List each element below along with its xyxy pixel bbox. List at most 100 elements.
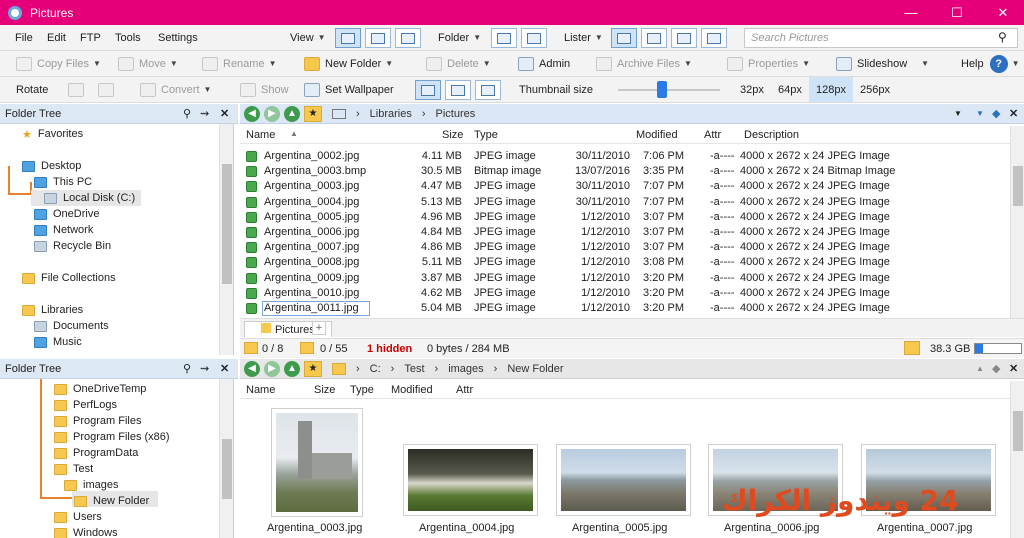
pane-menu-icon[interactable]: ▲ (976, 364, 984, 373)
tree-item-music[interactable]: Music (34, 334, 82, 350)
tree-item-onedrive[interactable]: OneDrive (34, 206, 99, 222)
scrollbar-thumb[interactable] (222, 164, 232, 284)
col-attr[interactable]: Attr (704, 129, 721, 141)
tree-item-file-collections[interactable]: File Collections (22, 270, 116, 286)
new-tab-button[interactable]: + (312, 321, 326, 335)
breadcrumb-new-folder[interactable]: New Folder (507, 363, 563, 375)
scrollbar-thumb[interactable] (1013, 166, 1023, 206)
set-wallpaper-button[interactable]: Set Wallpaper (304, 77, 394, 102)
tree-item-desktop[interactable]: Desktop (22, 158, 81, 174)
tree-item-this-pc[interactable]: This PC (34, 174, 92, 190)
move-button[interactable]: Move ▼ (118, 51, 178, 76)
col-name[interactable]: Name (246, 384, 275, 396)
search-icon[interactable]: ⚲ (183, 107, 191, 120)
menu-edit[interactable]: Edit (47, 25, 66, 50)
breadcrumb-images[interactable]: images (448, 363, 483, 375)
swap-icon[interactable]: ◆ (992, 107, 1000, 120)
swap-icon[interactable]: ◆ (992, 362, 1000, 375)
search-icon[interactable]: ⚲ (998, 30, 1007, 44)
tree-item-onedrivetemp[interactable]: OneDriveTemp (54, 381, 146, 397)
col-attr[interactable]: Attr (456, 384, 473, 396)
tree-item-program-files[interactable]: Program Files (54, 413, 141, 429)
search-input[interactable]: Search Pictures (744, 28, 1018, 48)
admin-button[interactable]: Admin (518, 51, 570, 76)
thumbnail-argentina-0003[interactable] (271, 408, 363, 517)
tree-item-users[interactable]: Users (54, 509, 102, 525)
folder-layout-button-2[interactable] (521, 28, 547, 48)
lister-viewer-button[interactable] (701, 28, 727, 48)
breadcrumb-test[interactable]: Test (404, 363, 424, 375)
col-name[interactable]: Name (246, 129, 275, 141)
view-power-button[interactable] (365, 28, 391, 48)
tree-item-windows[interactable]: Windows (54, 525, 118, 538)
scrollbar-thumb[interactable] (1013, 411, 1023, 451)
tree-item-programdata[interactable]: ProgramData (54, 445, 138, 461)
view-menu-button[interactable]: View ▼ (290, 25, 326, 50)
help-button[interactable]: Help? ▼ (961, 51, 1020, 76)
search-icon[interactable]: ⚲ (183, 362, 191, 375)
thumb-mode-button-3[interactable] (475, 80, 501, 100)
breadcrumb-pictures[interactable]: Pictures (436, 108, 476, 120)
copy-files-button[interactable]: Copy Files ▼ (16, 51, 101, 76)
size-128px[interactable]: 128px (809, 77, 853, 102)
col-size[interactable]: Size (442, 129, 463, 141)
forward-icon[interactable]: ▶ (264, 105, 280, 122)
tree-scrollbar[interactable] (219, 124, 233, 355)
slideshow-button[interactable]: Slideshow ▼ (836, 51, 929, 76)
lister-tree-button[interactable] (671, 28, 697, 48)
lister-dual-vertical-button[interactable] (641, 28, 667, 48)
size-256px[interactable]: 256px (860, 77, 890, 102)
table-row[interactable]: Argentina_0004.jpg 5.13 MB JPEG image 30/11… (240, 195, 1010, 210)
size-32px[interactable]: 32px (740, 77, 764, 102)
lister-single-button[interactable] (611, 28, 637, 48)
tree-item-perflogs[interactable]: PerfLogs (54, 397, 117, 413)
up-icon[interactable]: ▲ (284, 105, 300, 122)
convert-button[interactable]: Convert ▼ (140, 77, 211, 102)
lister-menu-button[interactable]: Lister ▼ (564, 25, 603, 50)
rotate-left-button[interactable] (68, 77, 89, 102)
thumb-scrollbar[interactable] (1010, 381, 1024, 538)
tree-item-local-disk[interactable]: Local Disk (C:) (44, 190, 135, 206)
tree-item-documents[interactable]: Documents (34, 318, 109, 334)
minimize-button[interactable]: — (888, 0, 934, 25)
table-row[interactable]: Argentina_0011.jpg 5.04 MB JPEG image 1/12/… (240, 301, 1010, 316)
breadcrumb-libraries[interactable]: Libraries (370, 108, 412, 120)
close-icon[interactable]: ✕ (1009, 107, 1018, 120)
folder-layout-button-1[interactable] (491, 28, 517, 48)
tree-item-recycle-bin[interactable]: Recycle Bin (34, 238, 111, 254)
new-folder-button[interactable]: New Folder ▼ (304, 51, 393, 76)
menu-file[interactable]: File (15, 25, 33, 50)
delete-button[interactable]: Delete ▼ (426, 51, 491, 76)
menu-tools[interactable]: Tools (115, 25, 141, 50)
rename-button[interactable]: Rename ▼ (202, 51, 277, 76)
tree-item-new-folder[interactable]: New Folder (74, 493, 149, 509)
table-row[interactable]: Argentina_0010.jpg 4.62 MB JPEG image 1/12/… (240, 286, 1010, 301)
scrollbar-thumb[interactable] (222, 439, 232, 499)
table-row[interactable]: Argentina_0003.jpg 4.47 MB JPEG image 30/11… (240, 179, 1010, 194)
status-hidden[interactable]: 1 hidden (367, 343, 412, 355)
pin-icon[interactable]: ⇝ (200, 362, 209, 375)
show-button[interactable]: Show (240, 77, 289, 102)
col-type[interactable]: Type (350, 384, 374, 396)
folder-menu-button[interactable]: Folder ▼ (438, 25, 481, 50)
thumb-mode-button-1[interactable] (415, 80, 441, 100)
rotate-right-button[interactable] (98, 77, 119, 102)
thumb-mode-button-2[interactable] (445, 80, 471, 100)
back-icon[interactable]: ◀ (244, 360, 260, 377)
favorites-star-icon[interactable]: ★ (304, 105, 322, 122)
back-icon[interactable]: ◀ (244, 105, 260, 122)
tree-item-libraries[interactable]: Libraries (22, 302, 83, 318)
tree-item-images[interactable]: images (64, 477, 118, 493)
menu-ftp[interactable]: FTP (80, 25, 101, 50)
favorites-star-icon[interactable]: ★ (304, 360, 322, 377)
close-icon[interactable]: ✕ (220, 107, 229, 120)
view-details-button[interactable] (335, 28, 361, 48)
chevron-down-icon[interactable]: ▼ (954, 109, 962, 118)
slider-thumb[interactable] (657, 81, 667, 98)
close-button[interactable]: ✕ (980, 0, 1024, 25)
table-row[interactable]: Argentina_0006.jpg 4.84 MB JPEG image 1/12/… (240, 225, 1010, 240)
col-type[interactable]: Type (474, 129, 498, 141)
maximize-button[interactable]: ☐ (934, 0, 980, 25)
table-row[interactable]: Argentina_0007.jpg 4.86 MB JPEG image 1/12/… (240, 240, 1010, 255)
table-row[interactable]: Argentina_0008.jpg 5.11 MB JPEG image 1/12/… (240, 255, 1010, 270)
